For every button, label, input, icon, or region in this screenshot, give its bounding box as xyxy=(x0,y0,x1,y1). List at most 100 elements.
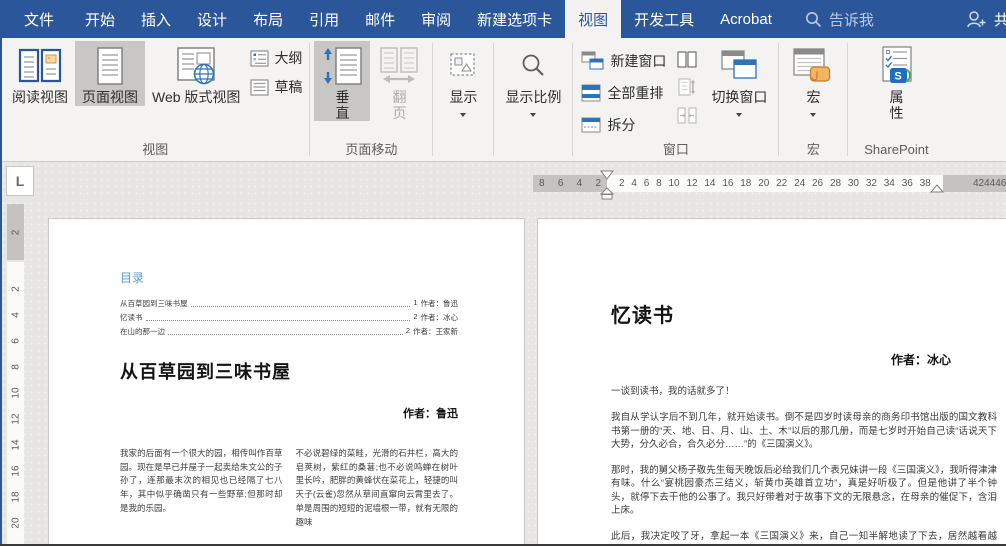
tab-acrobat[interactable]: Acrobat xyxy=(707,0,785,38)
print-layout-label: 页面视图 xyxy=(82,89,138,105)
body-paragraph: 一谈到读书，我的话就多了！ xyxy=(611,386,735,397)
properties-label: 属性 xyxy=(889,89,904,121)
vertical-ruler[interactable]: 2 246810121416182022 xyxy=(7,204,24,546)
article-body[interactable]: 一谈到读书，我的话就多了！ 我自从学认字后不到几年，就开始读书。倒不是四岁时读母… xyxy=(611,385,997,546)
person-plus-icon xyxy=(965,9,986,30)
horizontal-ruler[interactable]: 8642 2 4 6 8 10 12 14 16 18 20 22 24 26 28 30 32 34 36 38 … xyxy=(0,170,1006,200)
synchronous-scrolling-button xyxy=(676,77,698,97)
tab-insert[interactable]: 插入 xyxy=(128,0,184,38)
macros-button[interactable]: 宏 xyxy=(785,41,841,117)
split-window-icon xyxy=(581,117,601,133)
group-macros: 宏 宏 xyxy=(781,38,845,161)
share-label: 共 xyxy=(994,11,1006,29)
right-indent-marker[interactable] xyxy=(930,184,944,193)
window-left-border xyxy=(0,38,2,546)
group-sharepoint: S 属性 SharePoint xyxy=(850,38,942,161)
toc-entry[interactable]: 从百草园到三味书屋 1 作者：鲁迅 xyxy=(120,295,458,309)
view-side-by-side-button[interactable] xyxy=(676,49,698,69)
word-window: 文件 开始 插入 设计 布局 引用 邮件 审阅 新建选项卡 视图 开发工具 Ac… xyxy=(0,0,1006,546)
ruler-number: 12 xyxy=(686,178,698,189)
tab-developer[interactable]: 开发工具 xyxy=(621,0,707,38)
group-divider xyxy=(778,43,780,156)
dropdown-arrow-icon xyxy=(736,113,743,117)
print-layout-button[interactable]: 页面视图 xyxy=(75,41,145,106)
ruler-number: 4 xyxy=(631,178,637,189)
switch-windows-label: 切换窗口 xyxy=(711,89,768,105)
group-divider xyxy=(847,43,849,156)
body-paragraph: 我自从学认字后不到几年，就开始读书。倒不是四岁时读母亲的商务印书馆出版的国文教科… xyxy=(611,412,997,450)
share-button[interactable]: 共 xyxy=(965,0,1006,38)
switch-windows-icon xyxy=(720,44,758,88)
switch-windows-button[interactable]: 切换窗口 xyxy=(704,41,774,117)
ruler-number: 2 xyxy=(619,178,625,189)
dropdown-arrow-icon xyxy=(530,113,537,117)
ruler-number: 20 xyxy=(758,178,770,189)
search-icon xyxy=(805,11,822,28)
properties-button[interactable]: S 属性 xyxy=(869,41,923,121)
article-body-two-columns[interactable]: 我家的后面有一个很大的园，相传叫作百草园。现在是早已并屋子一起卖给朱文公的子孙了… xyxy=(120,447,458,529)
tab-design[interactable]: 设计 xyxy=(184,0,240,38)
sharepoint-page-icon: S xyxy=(876,44,916,88)
svg-text:S: S xyxy=(895,71,902,83)
open-book-icon xyxy=(17,44,63,88)
arrange-all-icon xyxy=(581,84,601,102)
ruler-number: 8 xyxy=(10,364,21,370)
toc-page-number: 2 xyxy=(405,326,410,335)
ruler-number: 22 xyxy=(776,178,788,189)
draft-view-button[interactable]: 草稿 xyxy=(247,76,305,98)
group-divider xyxy=(309,43,311,156)
vertical-label: 垂直 xyxy=(335,89,350,121)
outline-view-button[interactable]: 大纲 xyxy=(247,47,305,69)
ruler-number: 20 xyxy=(10,517,21,529)
tab-file[interactable]: 文件 xyxy=(6,0,72,38)
read-mode-button[interactable]: 阅读视图 xyxy=(5,41,75,106)
ruler-number: 6 xyxy=(643,178,650,189)
vertical-button[interactable]: 垂直 xyxy=(314,41,371,121)
show-label: 显示 xyxy=(449,89,478,105)
read-mode-label: 阅读视图 xyxy=(12,89,68,105)
show-dropdown-button[interactable]: 显示 xyxy=(437,41,489,117)
tab-view[interactable]: 视图 xyxy=(565,0,622,38)
ruler-number: 16 xyxy=(10,465,21,477)
toc-entry[interactable]: 在山的那一边 2 作者：王家新 xyxy=(120,323,458,337)
toc-entry-title: 从百草园到三味书屋 xyxy=(120,299,188,308)
hanging-indent-marker[interactable] xyxy=(600,187,614,200)
ruler-number: 44 xyxy=(984,178,996,189)
arrange-all-button[interactable]: 全部重排 xyxy=(577,79,670,107)
toc-entry[interactable]: 忆读书 2 作者：冰心 xyxy=(120,309,458,323)
new-window-button[interactable]: 新建窗口 xyxy=(577,47,670,75)
tab-home[interactable]: 开始 xyxy=(72,0,128,38)
web-layout-button[interactable]: Web 版式视图 xyxy=(145,41,247,106)
group-page-movement: 垂直 翻页 页面移动 xyxy=(312,38,430,161)
tell-me-box[interactable]: 告诉我 xyxy=(795,0,884,38)
tab-mailings[interactable]: 邮件 xyxy=(352,0,408,38)
first-line-indent-marker[interactable] xyxy=(600,170,614,180)
tab-layout[interactable]: 布局 xyxy=(240,0,296,38)
tab-custom-new-tab[interactable]: 新建选项卡 xyxy=(464,0,565,38)
ruler-number: 14 xyxy=(704,178,716,189)
group-divider xyxy=(432,43,434,156)
vruler-top-margin: 2 xyxy=(7,204,24,260)
show-group-label xyxy=(435,142,491,161)
toc-page-number: 2 xyxy=(413,312,418,321)
reset-window-position-button xyxy=(676,105,698,125)
page-1[interactable]: 目录 从百草园到三味书屋 1 作者：鲁迅 忆读书 2 作者：冰心 在山的那一边 2作… xyxy=(48,218,525,546)
article-title: 从百草园到三味书屋 xyxy=(120,362,291,382)
split-button[interactable]: 拆分 xyxy=(577,111,670,139)
group-divider xyxy=(493,43,495,156)
tab-review[interactable]: 审阅 xyxy=(408,0,464,38)
ruler-row: L 8642 2 4 6 8 10 12 14 16 18 20 22 24 26 28 30 32 34 36 3… xyxy=(0,162,1006,200)
ruler-number: 26 xyxy=(812,178,824,189)
table-scroll-icon xyxy=(792,44,834,88)
tab-references[interactable]: 引用 xyxy=(296,0,352,38)
body-paragraph: 我家的后面有一个很大的园，相传叫作百草园。现在是早已并屋子一起卖给朱文公的子孙了… xyxy=(120,448,283,513)
dropdown-arrow-icon xyxy=(810,113,817,117)
ruler-left-margin: 8642 xyxy=(533,175,607,192)
page-2[interactable]: 忆读书 作者：冰心 一谈到读书，我的话就多了！ 我自从学认字后不到几年，就开始读… xyxy=(537,218,1006,546)
ruler-right-margin: 42 44 46 xyxy=(943,175,1006,192)
toc-entry-title: 忆读书 xyxy=(120,313,143,322)
ruler-number: 30 xyxy=(847,178,859,189)
ruler-number: 32 xyxy=(865,178,877,189)
ruler-number: 10 xyxy=(668,178,680,189)
zoom-dropdown-button[interactable]: 显示比例 xyxy=(498,41,568,117)
